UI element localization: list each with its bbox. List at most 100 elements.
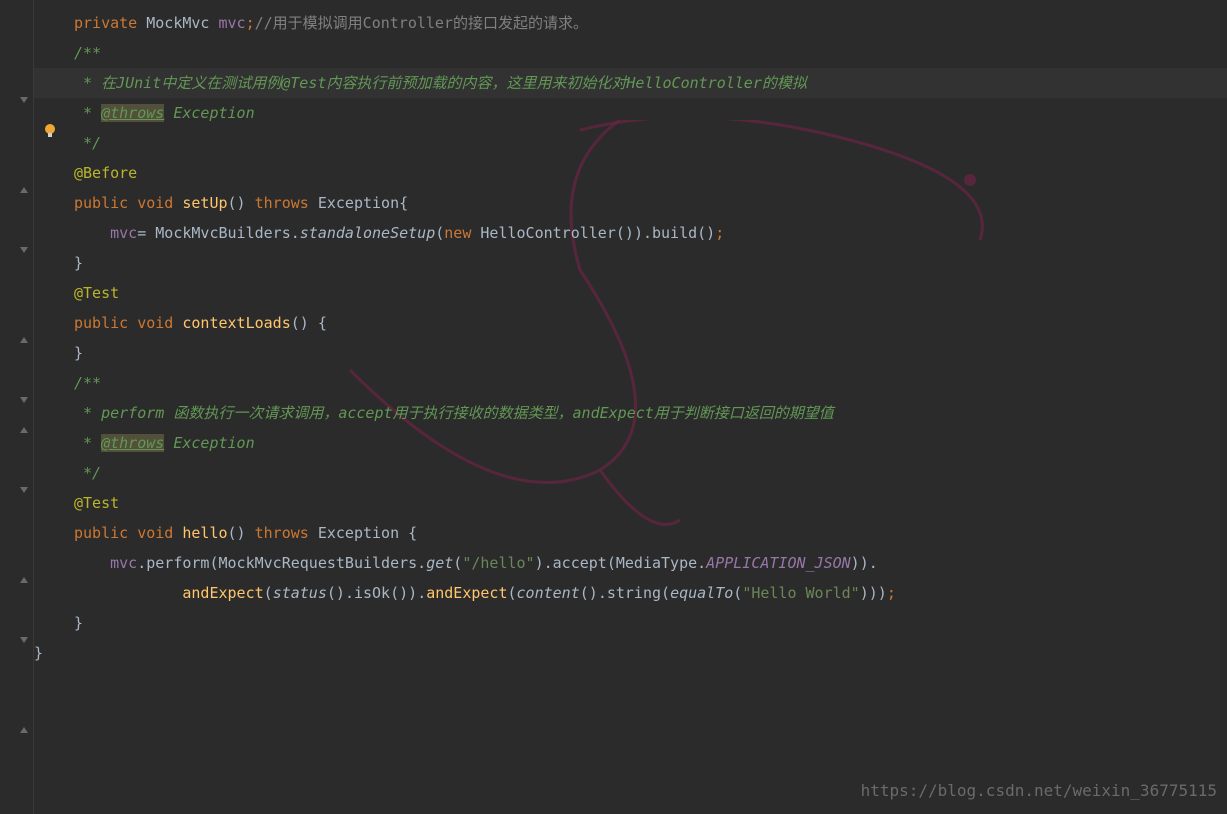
close-brace: } <box>74 614 83 632</box>
paren: ( <box>453 554 462 572</box>
code-line-highlighted: * 在JUnit中定义在测试用例@Test内容执行前预加载的内容，这里用来初始化… <box>34 68 1227 98</box>
method-name: andExpect <box>426 584 507 602</box>
code-line: mvc.perform(MockMvcRequestBuilders.get("… <box>34 548 1227 578</box>
constructor: HelloController <box>480 224 615 242</box>
dot: . <box>417 584 426 602</box>
code-line: @Test <box>34 488 1227 518</box>
code-line: public void setUp() throws Exception{ <box>34 188 1227 218</box>
field-name: mvc <box>110 224 137 242</box>
fold-icon[interactable] <box>18 244 32 258</box>
parens: () <box>228 524 246 542</box>
watermark-url: https://blog.csdn.net/weixin_36775115 <box>861 776 1217 806</box>
exception-type: Exception <box>318 194 399 212</box>
paren: ( <box>508 584 517 602</box>
javadoc-open: /** <box>74 374 101 392</box>
parens: () <box>390 584 408 602</box>
type-name: MockMvc <box>146 14 209 32</box>
keyword: void <box>137 524 173 542</box>
lightbulb-icon[interactable] <box>42 119 58 135</box>
annotation-test: @Test <box>74 284 119 302</box>
static-method: content <box>517 584 580 602</box>
string-literal: "Hello World" <box>742 584 859 602</box>
close-parens: ))) <box>860 584 887 602</box>
javadoc-throws-tag: @throws <box>101 104 164 122</box>
field-name: mvc <box>110 554 137 572</box>
javadoc-body: * 在JUnit中定义在测试用例@Test内容执行前预加载的内容，这里用来初始化… <box>74 74 807 92</box>
static-method: status <box>273 584 327 602</box>
code-line: */ <box>34 128 1227 158</box>
method-name: andExpect <box>182 584 263 602</box>
code-line: * perform 函数执行一次请求调用，accept用于执行接收的数据类型，a… <box>34 398 1227 428</box>
annotation-test: @Test <box>74 494 119 512</box>
keyword: public <box>74 314 128 332</box>
code-line: @Test <box>34 278 1227 308</box>
javadoc-prefix: * <box>74 104 101 122</box>
code-line: public void contextLoads() { <box>34 308 1227 338</box>
semicolon: ; <box>246 14 255 32</box>
fold-icon[interactable] <box>18 424 32 438</box>
line-comment: //用于模拟调用Controller的接口发起的请求。 <box>255 14 588 32</box>
operator: = <box>137 224 146 242</box>
code-line: } <box>34 248 1227 278</box>
method-chain: .perform(MockMvcRequestBuilders. <box>137 554 426 572</box>
fold-icon[interactable] <box>18 574 32 588</box>
keyword: throws <box>255 524 309 542</box>
parens: () <box>291 314 309 332</box>
close-brace: } <box>34 644 43 662</box>
keyword: private <box>74 14 137 32</box>
editor-gutter <box>0 0 34 814</box>
parens: () <box>616 224 634 242</box>
fold-icon[interactable] <box>18 184 32 198</box>
keyword: public <box>74 524 128 542</box>
method-name: hello <box>182 524 227 542</box>
code-line: */ <box>34 458 1227 488</box>
static-method: standaloneSetup <box>300 224 435 242</box>
code-line: public void hello() throws Exception { <box>34 518 1227 548</box>
code-line: } <box>34 638 1227 668</box>
paren: ( <box>733 584 742 602</box>
semicolon: ; <box>715 224 724 242</box>
paren: ) <box>408 584 417 602</box>
parens: () <box>327 584 345 602</box>
javadoc-open: /** <box>74 44 101 62</box>
fold-icon[interactable] <box>18 334 32 348</box>
field-name: mvc <box>219 14 246 32</box>
javadoc-close: */ <box>74 464 101 482</box>
code-line: * @throws Exception <box>34 98 1227 128</box>
code-line: } <box>34 608 1227 638</box>
method-call: .build <box>643 224 697 242</box>
class-ref: MockMvcBuilders. <box>155 224 300 242</box>
fold-icon[interactable] <box>18 394 32 408</box>
keyword: new <box>444 224 471 242</box>
parens: () <box>580 584 598 602</box>
javadoc-throws-tag: @throws <box>101 434 164 452</box>
paren: ( <box>264 584 273 602</box>
parens: () <box>228 194 246 212</box>
static-method: get <box>426 554 453 572</box>
keyword: void <box>137 314 173 332</box>
method-name: setUp <box>182 194 227 212</box>
static-method: equalTo <box>670 584 733 602</box>
method-call: .string( <box>598 584 670 602</box>
annotation-before: @Before <box>74 164 137 182</box>
fold-icon[interactable] <box>18 634 32 648</box>
method-chain: .accept(MediaType. <box>544 554 707 572</box>
code-line: private MockMvc mvc;//用于模拟调用Controller的接… <box>34 8 1227 38</box>
brace: { <box>399 194 408 212</box>
semicolon: ; <box>887 584 896 602</box>
fold-icon[interactable] <box>18 484 32 498</box>
code-line: } <box>34 338 1227 368</box>
code-line: @Before <box>34 158 1227 188</box>
close-brace: } <box>74 254 83 272</box>
brace: { <box>309 314 327 332</box>
code-line: andExpect(status().isOk()).andExpect(con… <box>34 578 1227 608</box>
javadoc-prefix: * <box>74 434 101 452</box>
constant: APPLICATION_JSON <box>706 554 851 572</box>
fold-icon[interactable] <box>18 724 32 738</box>
paren: ) <box>535 554 544 572</box>
keyword: public <box>74 194 128 212</box>
exception-type: Exception <box>318 524 399 542</box>
method-call: .isOk <box>345 584 390 602</box>
fold-icon[interactable] <box>18 94 32 108</box>
code-editor[interactable]: private MockMvc mvc;//用于模拟调用Controller的接… <box>34 8 1227 668</box>
